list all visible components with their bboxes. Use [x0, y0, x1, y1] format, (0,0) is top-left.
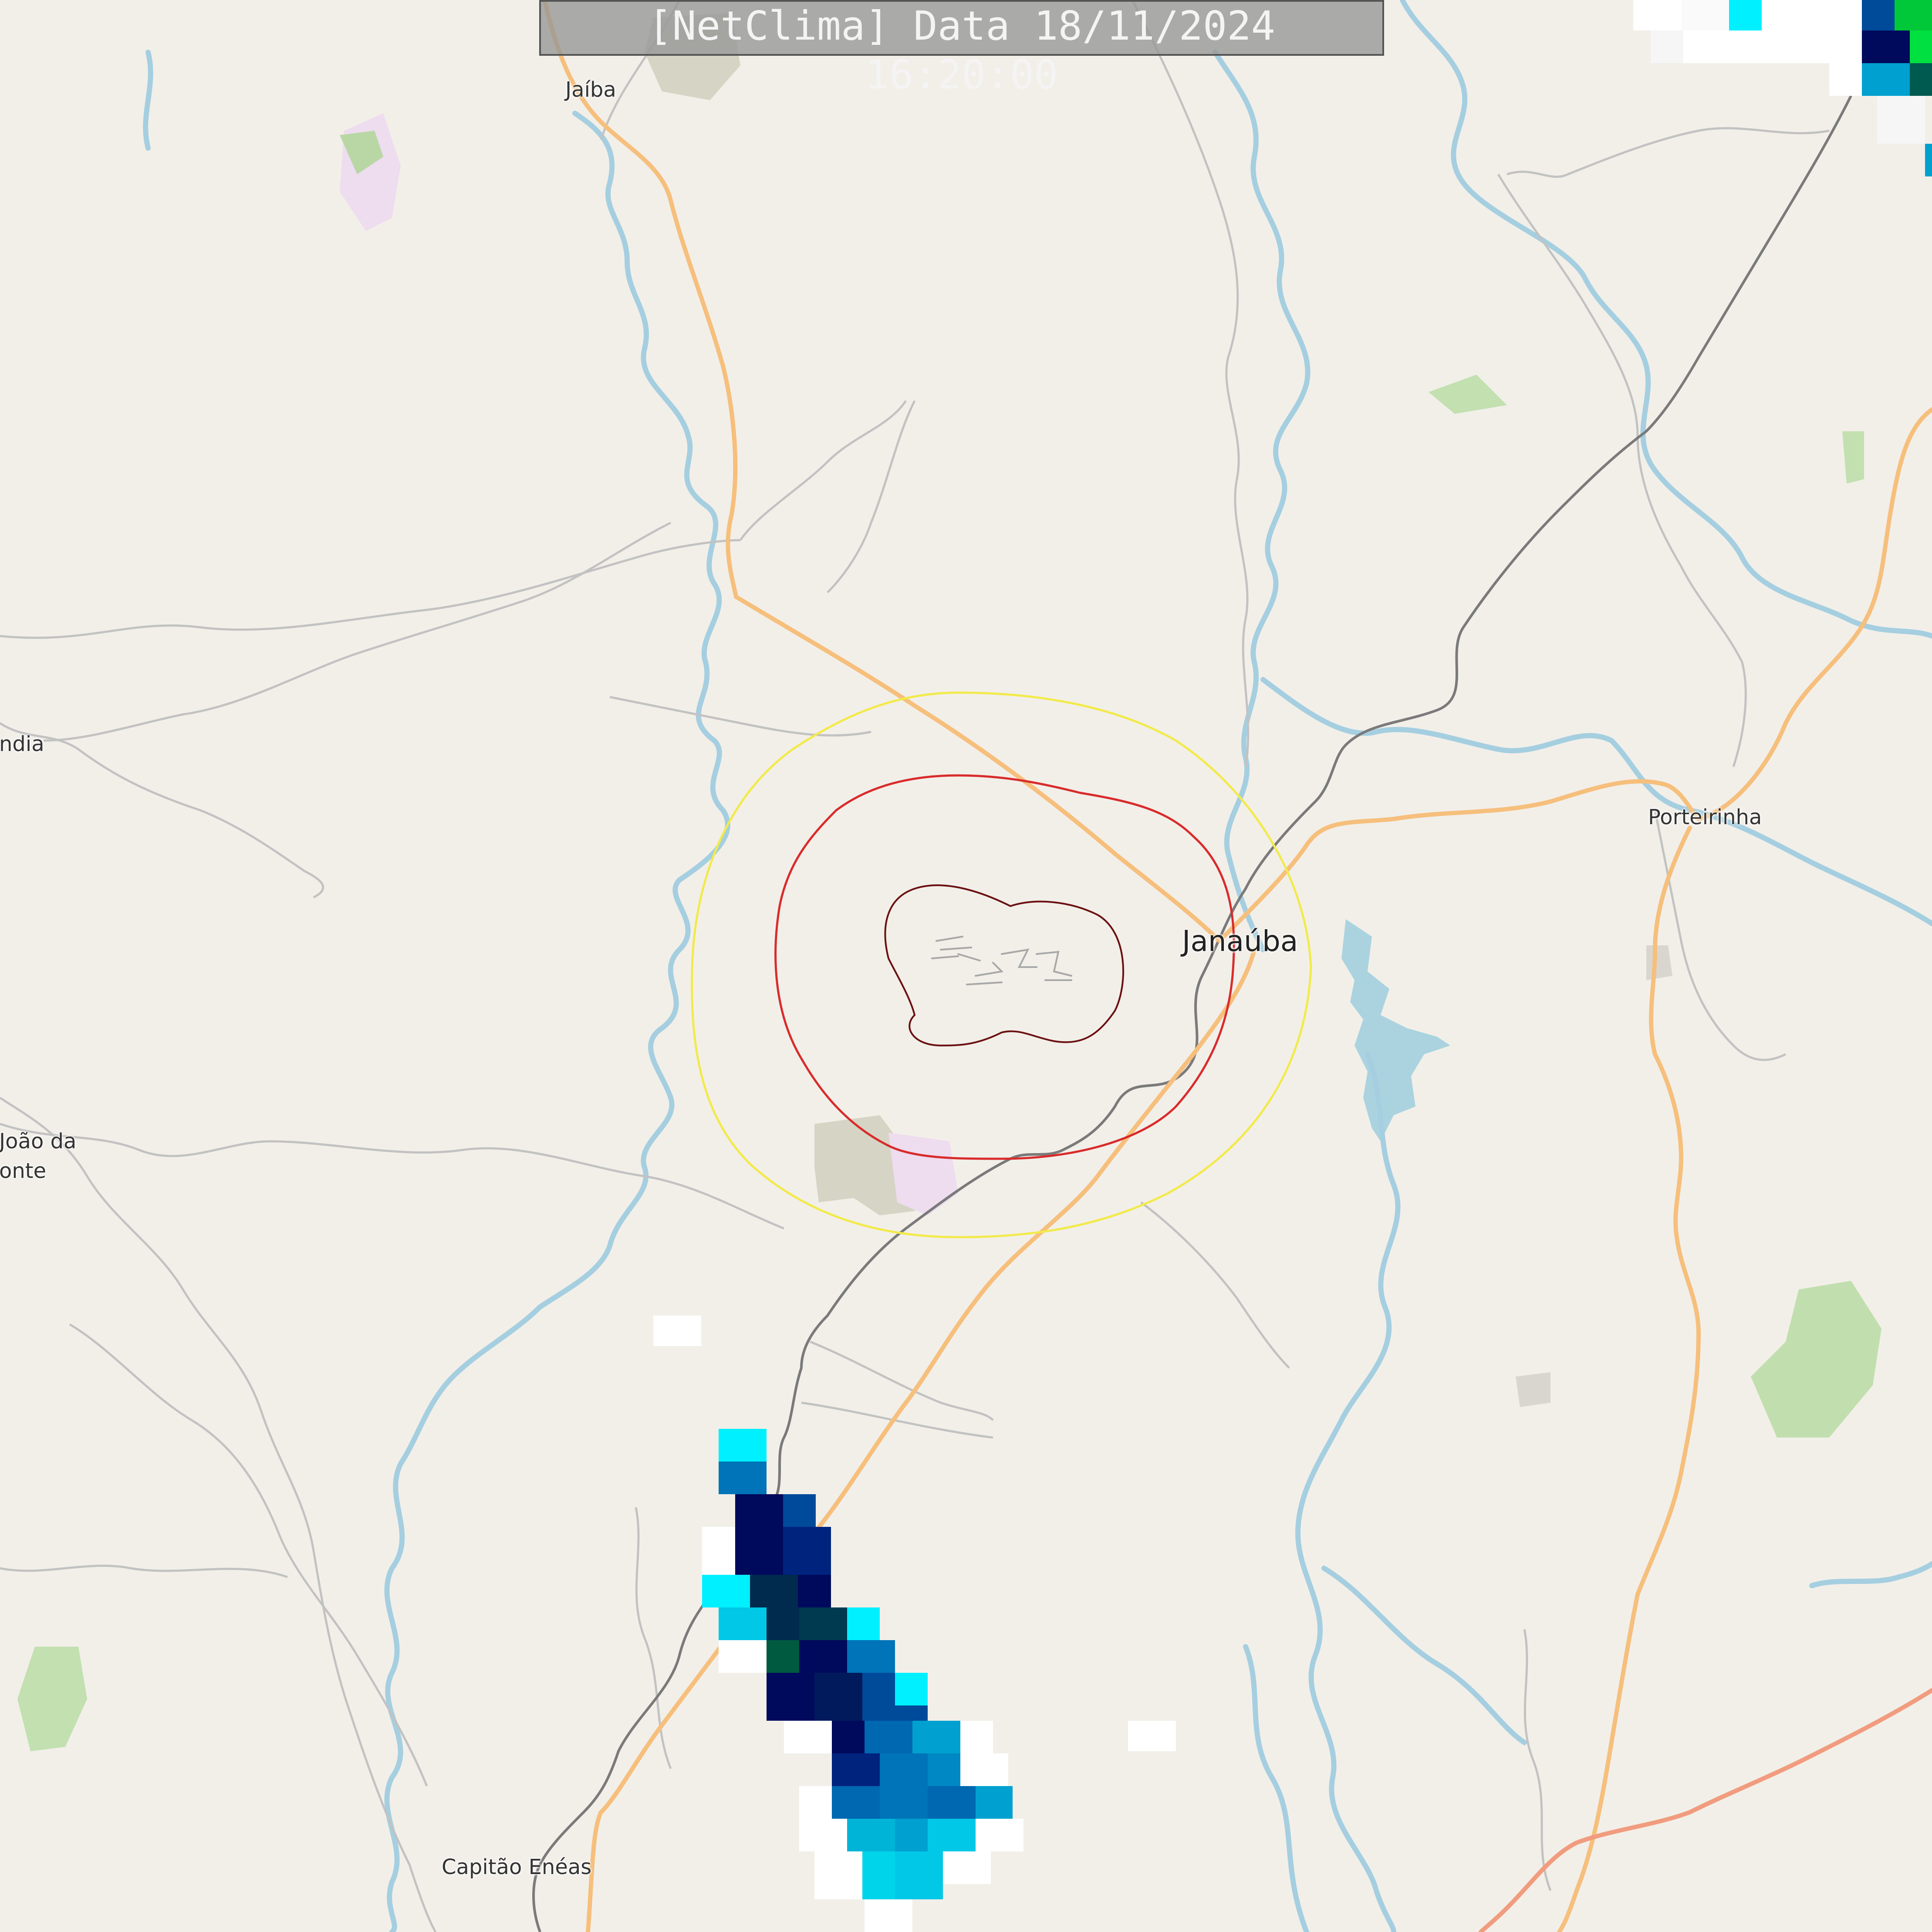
- place-label-porteirinha: Porteirinha: [1648, 805, 1762, 829]
- place-label-joao-da: João da: [0, 1129, 77, 1154]
- place-label-janauba: Janaúba: [1182, 924, 1298, 958]
- radar-map[interactable]: Jaíba Janaúba Porteirinha ndia João da o…: [0, 0, 1932, 1932]
- base-map: [0, 0, 1932, 1932]
- place-label-capitao-eneas: Capitão Enéas: [442, 1855, 592, 1879]
- place-label-ndia: ndia: [0, 732, 44, 756]
- place-label-onte: onte: [0, 1159, 47, 1183]
- timestamp-title: [NetClima] Data 18/11/2024 16:20:00: [539, 0, 1384, 98]
- place-label-jaiba: Jaíba: [565, 78, 616, 102]
